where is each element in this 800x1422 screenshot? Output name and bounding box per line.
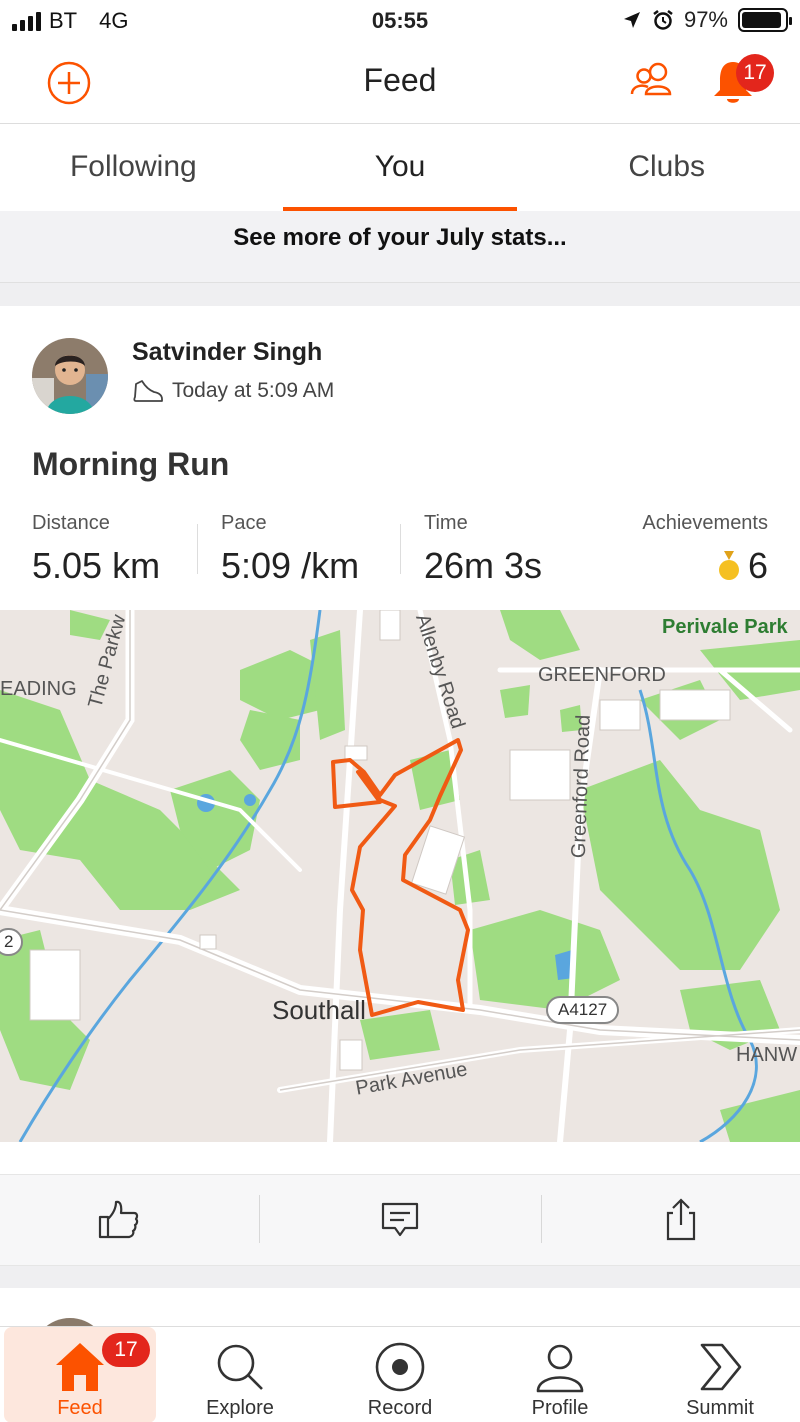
nav-label: Explore <box>206 1397 274 1419</box>
notification-count-badge: 17 <box>736 54 774 92</box>
page-title: Feed <box>363 62 437 98</box>
map-label-southall: Southall <box>272 995 366 1025</box>
summit-icon <box>700 1343 742 1391</box>
comment-icon[interactable] <box>378 1197 422 1241</box>
route-map[interactable]: Perivale Park GREENFORD EADING The Parkw… <box>0 610 800 1142</box>
location-arrow-icon <box>623 12 640 28</box>
nav-summit[interactable]: Summit <box>640 1327 800 1422</box>
stat-value: 26m 3s <box>424 545 543 586</box>
feed-tabs: Following You Clubs <box>0 124 800 211</box>
stat-label: Distance <box>32 512 110 534</box>
stat-achievements[interactable]: Achievements 6 <box>642 512 768 587</box>
kudos-thumbs-up-icon[interactable] <box>96 1197 140 1241</box>
stat-label: Time <box>424 512 468 534</box>
action-divider <box>541 1195 542 1243</box>
nav-label: Summit <box>686 1397 754 1419</box>
map-background <box>0 610 800 1142</box>
feed-badge: 17 <box>102 1333 150 1367</box>
alarm-icon <box>653 10 673 30</box>
stat-label: Pace <box>221 512 267 534</box>
battery-icon <box>738 8 792 32</box>
nav-label: Feed <box>57 1397 103 1419</box>
stat-pace: Pace 5:09 /km <box>221 512 359 587</box>
map-label-perivale: Perivale Park <box>662 616 788 638</box>
share-icon[interactable] <box>659 1197 703 1241</box>
action-divider <box>259 1195 260 1243</box>
achievements-count: 6 <box>747 545 768 586</box>
find-friends-icon[interactable] <box>628 60 678 100</box>
activity-title[interactable]: Morning Run <box>32 446 229 483</box>
medal-icon <box>718 551 739 580</box>
record-icon <box>375 1342 425 1392</box>
tab-you[interactable]: You <box>267 124 534 211</box>
profile-icon <box>536 1344 584 1393</box>
search-icon <box>217 1344 263 1390</box>
nav-profile[interactable]: Profile <box>480 1327 640 1422</box>
nav-explore[interactable]: Explore <box>160 1327 320 1422</box>
athlete-name[interactable]: Satvinder Singh <box>132 338 322 367</box>
activity-card[interactable]: Satvinder Singh Today at 5:09 AM Morning… <box>0 306 800 1266</box>
nav-label: Record <box>367 1397 433 1419</box>
bottom-nav: 17 Feed Explore Record Profile Summit <box>0 1326 800 1422</box>
stat-value: 5:09 /km <box>221 545 360 586</box>
stat-divider <box>197 524 198 574</box>
map-label-reading: EADING <box>0 678 77 700</box>
stat-label: Achievements <box>642 512 768 534</box>
nav-label: Profile <box>531 1397 589 1419</box>
run-shoe-icon <box>133 380 163 402</box>
athlete-avatar[interactable] <box>32 338 108 414</box>
stat-time: Time 26m 3s <box>424 512 542 587</box>
activity-stats: Distance 5.05 km Pace 5:09 /km Time 26m … <box>0 512 800 586</box>
stat-distance: Distance 5.05 km <box>32 512 160 587</box>
home-icon <box>56 1343 104 1391</box>
nav-feed[interactable]: 17 Feed <box>4 1327 156 1422</box>
map-road-shield-a4127: A4127 <box>546 996 620 1024</box>
map-label-greenford: GREENFORD <box>538 664 666 686</box>
activity-actions <box>0 1174 800 1266</box>
app-header: Feed <box>0 42 800 124</box>
nav-record[interactable]: Record <box>320 1327 480 1422</box>
map-label-hanwell: HANW <box>736 1044 798 1066</box>
tab-following[interactable]: Following <box>0 124 267 211</box>
tab-clubs[interactable]: Clubs <box>533 124 800 211</box>
activity-timestamp: Today at 5:09 AM <box>172 379 335 402</box>
monthly-stats-link[interactable]: See more of your July stats... <box>0 211 800 283</box>
status-bar: BT 4G 05:55 97% <box>0 0 800 42</box>
stat-value: 5.05 km <box>32 545 161 586</box>
stat-divider <box>400 524 401 574</box>
battery-percent: 97% <box>683 7 728 32</box>
